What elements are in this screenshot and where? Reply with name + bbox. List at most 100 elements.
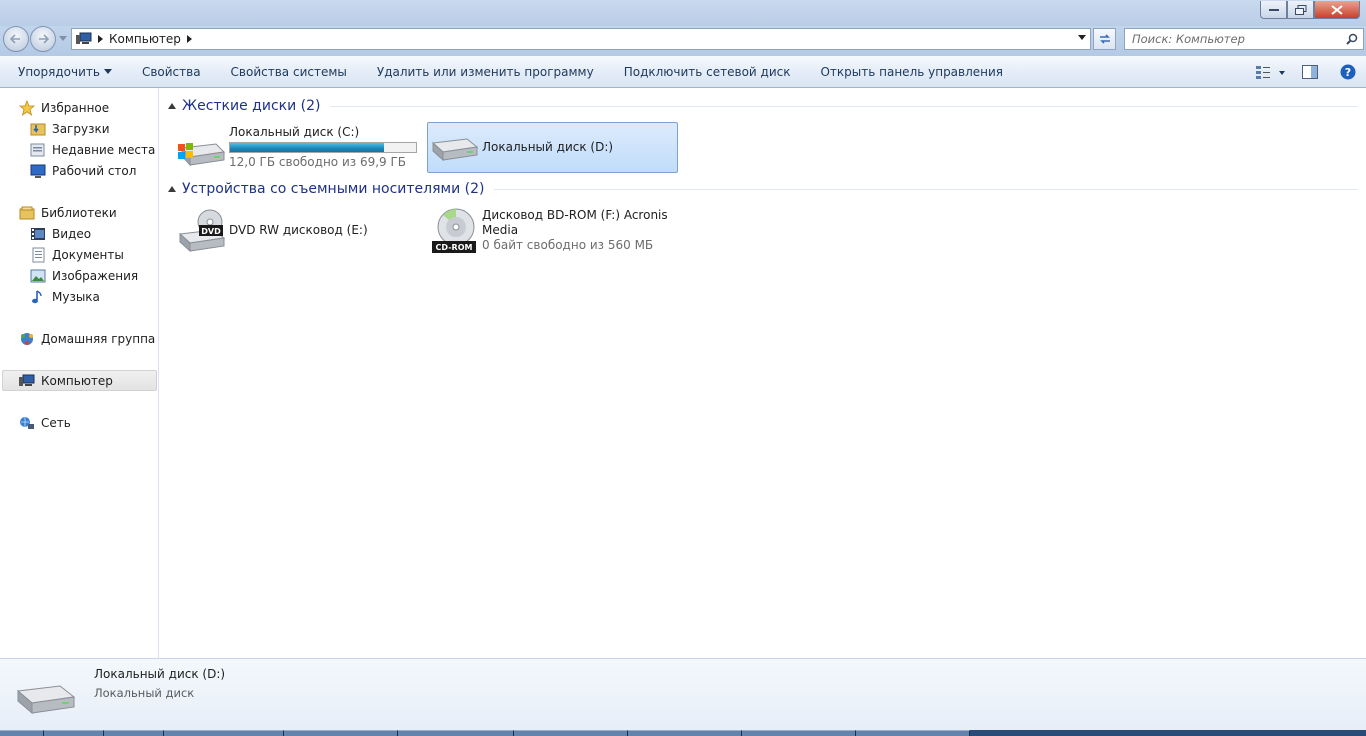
music-icon (30, 289, 46, 305)
drive-e-text: DVD RW дисковод (E:) (229, 223, 368, 238)
help-icon: ? (1340, 64, 1356, 80)
maximize-button[interactable] (1287, 1, 1314, 19)
dvd-drive-icon: DVD (175, 206, 227, 256)
minimize-icon (1268, 8, 1279, 11)
downloads-folder-icon (30, 121, 46, 137)
sidebar-item-network[interactable]: Сеть (0, 412, 158, 433)
back-button[interactable] (3, 26, 29, 52)
group-divider (494, 188, 1358, 190)
address-row: Компьютер (0, 26, 1366, 56)
taskbar (0, 730, 1366, 736)
search-box[interactable] (1124, 28, 1364, 50)
group-title: Жесткие диски (2) (182, 98, 321, 114)
system-properties-button[interactable]: Свойства системы (216, 60, 362, 84)
breadcrumb-computer[interactable]: Компьютер (109, 32, 181, 46)
sidebar-item-recent[interactable]: Недавние места (0, 139, 158, 160)
map-network-drive-button[interactable]: Подключить сетевой диск (609, 60, 806, 84)
drive-usage-bar (229, 142, 417, 153)
drive-e-tile[interactable]: DVD DVD RW дисковод (E:) (174, 205, 424, 256)
drive-f-tile[interactable]: CD-ROM Дисковод BD-ROM (F:) Acronis Medi… (427, 205, 678, 256)
refresh-button[interactable] (1093, 28, 1116, 50)
drive-name-line1: Дисковод BD-ROM (F:) Acronis (482, 208, 668, 222)
group-header-hard-disks[interactable]: Жесткие диски (2) (168, 96, 1358, 116)
dvd-badge: DVD (201, 227, 221, 236)
sidebar-item-label: Компьютер (41, 373, 113, 388)
taskbar-button[interactable] (284, 730, 398, 736)
close-icon (1331, 4, 1343, 15)
taskbar-button[interactable] (514, 730, 628, 736)
drive-d-text: Локальный диск (D:) (482, 140, 613, 155)
search-icon[interactable] (1341, 33, 1363, 45)
sidebar-item-favorites[interactable]: Избранное (0, 97, 158, 118)
taskbar-button[interactable] (398, 730, 514, 736)
drive-usage-fill (230, 143, 384, 152)
svg-text:?: ? (1345, 66, 1351, 79)
caption-buttons (1260, 1, 1360, 19)
drive-free-space: 12,0 ГБ свободно из 69,9 ГБ (229, 155, 407, 169)
sidebar-item-label: Домашняя группа (41, 331, 156, 346)
collapse-group-icon[interactable] (168, 186, 176, 192)
uninstall-program-button[interactable]: Удалить или изменить программу (362, 60, 609, 84)
homegroup-icon (19, 331, 35, 347)
sidebar-item-video[interactable]: Видео (0, 223, 158, 244)
sidebar-item-downloads[interactable]: Загрузки (0, 118, 158, 139)
taskbar-button[interactable] (104, 730, 164, 736)
start-button[interactable] (0, 730, 44, 736)
preview-pane-button[interactable] (1290, 60, 1330, 84)
forward-button[interactable] (30, 26, 56, 52)
taskbar-button[interactable] (628, 730, 742, 736)
navigation-pane: Избранное Загрузки Недавние места Рабочи… (0, 88, 159, 658)
refresh-icon (1099, 34, 1110, 44)
windows-drive-icon (175, 123, 227, 173)
network-icon (19, 415, 35, 431)
sidebar-item-documents[interactable]: Документы (0, 244, 158, 265)
drive-c-tile[interactable]: Локальный диск (C:) 12,0 ГБ свободно из … (174, 122, 424, 173)
sidebar-item-music[interactable]: Музыка (0, 286, 158, 307)
breadcrumb-separator-icon[interactable] (186, 35, 192, 43)
address-dropdown-icon[interactable] (1078, 35, 1086, 40)
sidebar-item-label: Сеть (41, 415, 71, 430)
taskbar-button[interactable] (164, 730, 284, 736)
preview-pane-icon (1302, 65, 1318, 79)
group-header-removable[interactable]: Устройства со съемными носителями (2) (168, 179, 1358, 199)
drive-d-tile[interactable]: Локальный диск (D:) (427, 122, 678, 173)
breadcrumb-separator-icon[interactable] (98, 35, 103, 43)
taskbar-button[interactable] (44, 730, 104, 736)
details-item-type: Локальный диск (94, 686, 195, 700)
sidebar-item-label: Библиотеки (41, 205, 117, 220)
help-button[interactable]: ? (1330, 60, 1366, 84)
minimize-button[interactable] (1260, 1, 1287, 19)
organize-menu[interactable]: Упорядочить (0, 60, 127, 84)
sidebar-item-label: Загрузки (52, 121, 110, 136)
view-controls: ? (1250, 56, 1366, 88)
recent-pages-dropdown-icon[interactable] (59, 36, 67, 41)
details-pane: Локальный диск (D:) Локальный диск (0, 658, 1366, 730)
properties-button[interactable]: Свойства (127, 60, 216, 84)
sidebar-item-label: Избранное (41, 100, 110, 115)
cd-rom-drive-icon: CD-ROM (428, 206, 480, 256)
chevron-down-icon (103, 68, 112, 74)
address-bar[interactable]: Компьютер (71, 28, 1091, 50)
collapse-group-icon[interactable] (168, 103, 176, 109)
close-button[interactable] (1314, 1, 1360, 19)
video-icon (30, 226, 46, 242)
open-control-panel-button[interactable]: Открыть панель управления (805, 60, 1018, 84)
hard-drive-icon (16, 685, 76, 715)
sidebar-item-label: Видео (52, 226, 92, 241)
restore-icon (1294, 4, 1306, 15)
hard-drive-icon (428, 123, 480, 173)
change-view-button[interactable] (1250, 60, 1290, 84)
sidebar-item-libraries[interactable]: Библиотеки (0, 202, 158, 223)
sidebar-item-pictures[interactable]: Изображения (0, 265, 158, 286)
search-input[interactable] (1125, 32, 1341, 46)
desktop-icon (30, 163, 46, 179)
title-bar (0, 0, 1366, 26)
drive-name: Локальный диск (D:) (482, 140, 614, 154)
drive-name: DVD RW дисковод (E:) (229, 223, 368, 237)
sidebar-item-homegroup[interactable]: Домашняя группа (0, 328, 158, 349)
taskbar-button[interactable] (856, 730, 970, 736)
group-title: Устройства со съемными носителями (2) (182, 181, 485, 197)
taskbar-button[interactable] (742, 730, 856, 736)
sidebar-item-computer[interactable]: Компьютер (2, 370, 157, 391)
sidebar-item-desktop[interactable]: Рабочий стол (0, 160, 158, 181)
